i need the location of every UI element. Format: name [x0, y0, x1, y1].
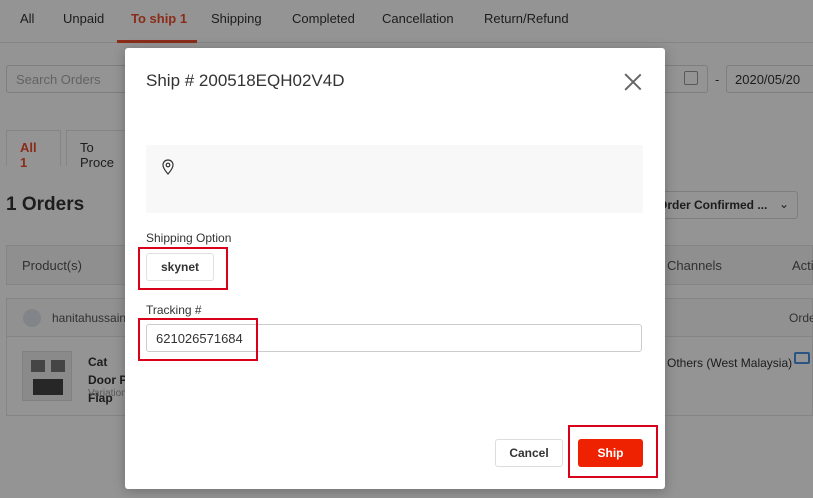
tracking-label: Tracking # [146, 303, 202, 317]
cancel-button[interactable]: Cancel [495, 439, 563, 467]
highlight-shipping-option [138, 247, 228, 290]
highlight-ship-button [568, 425, 658, 478]
highlight-tracking-number [138, 318, 258, 361]
ship-order-modal: Ship # 200518EQH02V4D Shipping Option sk… [125, 48, 665, 489]
shipping-option-label: Shipping Option [146, 231, 232, 245]
modal-title: Ship # 200518EQH02V4D [146, 71, 345, 90]
pickup-address-box [146, 145, 643, 213]
location-pin-icon [162, 159, 174, 175]
close-icon[interactable] [623, 72, 643, 92]
